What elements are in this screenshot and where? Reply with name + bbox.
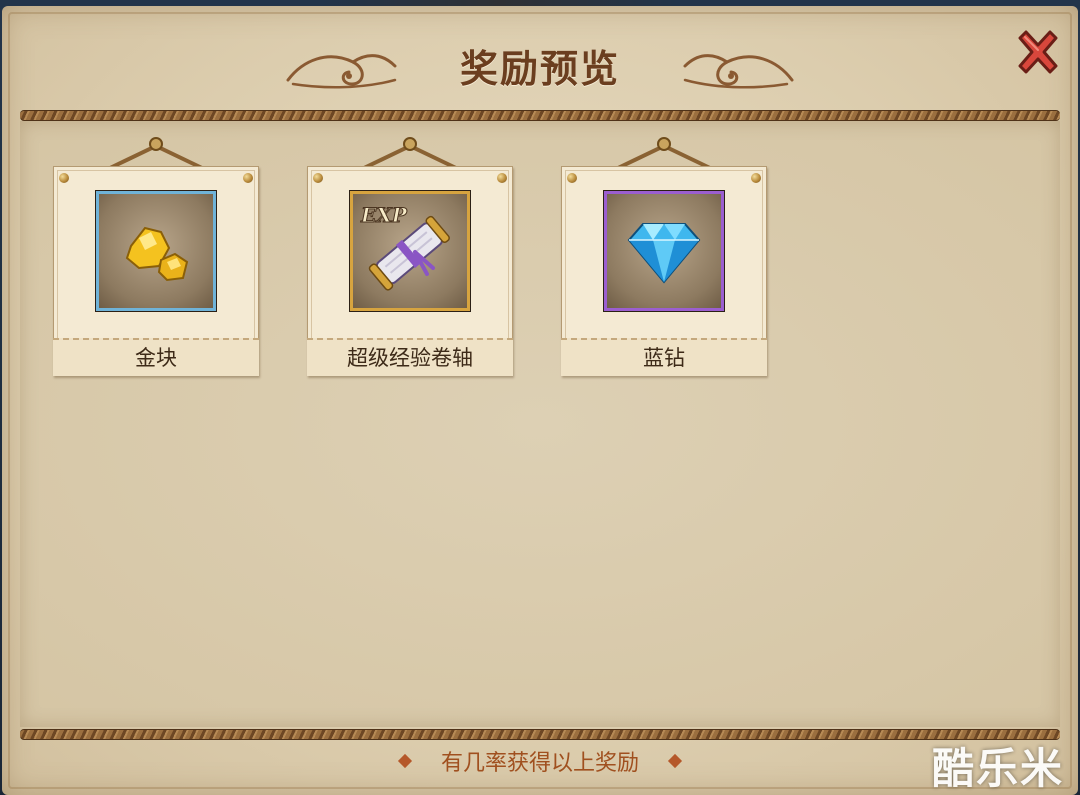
card-hanger-rope <box>108 137 204 170</box>
reward-card-exp-scroll[interactable]: EXP 超级经验卷轴 <box>307 137 513 376</box>
diamond-bullet-icon <box>667 753 683 769</box>
exp-scroll-icon: EXP <box>360 203 450 291</box>
top-rope-divider <box>20 110 1060 121</box>
reward-label: 蓝钻 <box>643 346 685 370</box>
card-hanger-rope <box>616 137 712 170</box>
bottom-rope-divider <box>20 729 1060 740</box>
reward-label: 超级经验卷轴 <box>347 346 473 370</box>
rivet-icon <box>751 173 761 183</box>
card-hanger-rope <box>362 137 458 170</box>
rivet-icon <box>313 173 323 183</box>
diamond-bullet-icon <box>397 753 413 769</box>
reward-card-blue-diamond[interactable]: 蓝钻 <box>561 137 767 376</box>
footer-note: 有几率获得以上奖励 <box>0 745 1080 777</box>
close-x-icon <box>1018 30 1058 74</box>
rivet-icon <box>497 173 507 183</box>
item-frame <box>604 191 724 311</box>
close-button[interactable] <box>1012 26 1064 78</box>
svg-text:EXP: EXP <box>360 203 408 227</box>
reward-card-gold[interactable]: 金块 <box>53 137 259 376</box>
rivet-icon <box>567 173 577 183</box>
reward-label: 金块 <box>135 346 177 370</box>
footer-note-text: 有几率获得以上奖励 <box>440 751 639 776</box>
item-frame: EXP <box>350 191 470 311</box>
dialog-title: 奖励预览 <box>459 47 620 91</box>
blue-diamond-icon <box>627 223 701 284</box>
game-stage: 奖励预览 金块 EXP 超级经验卷轴 蓝钻 有几率获得以上奖励 酷乐米 <box>0 0 1080 795</box>
rivet-icon <box>59 173 69 183</box>
watermark: 酷乐米 <box>932 744 1065 793</box>
rivet-icon <box>243 173 253 183</box>
gold-nugget-icon <box>125 226 189 282</box>
item-frame <box>96 191 216 311</box>
